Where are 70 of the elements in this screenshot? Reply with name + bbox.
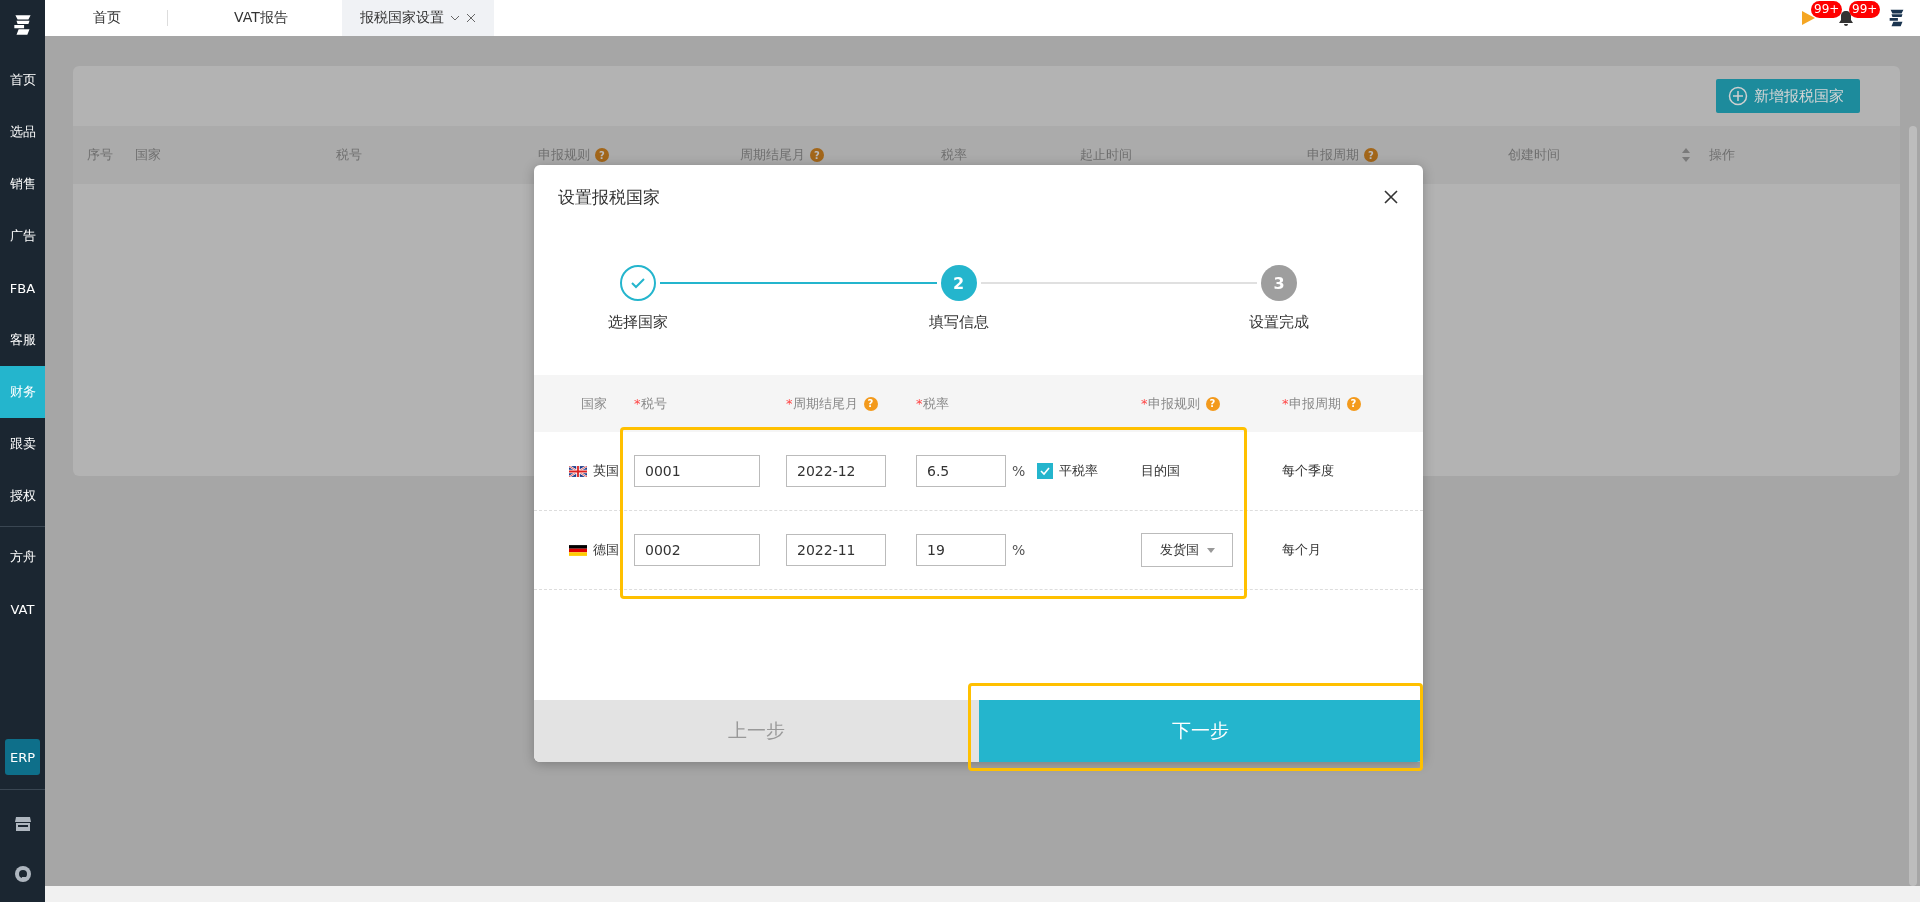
page-tab[interactable]: VAT报告 xyxy=(216,0,306,37)
sidebar-item[interactable]: 广告 xyxy=(0,210,45,262)
column-header: 申报规则 xyxy=(538,146,590,165)
column-header: 创建时间 xyxy=(1508,146,1560,165)
caret-icon xyxy=(1206,547,1215,553)
help-icon: ? xyxy=(810,148,824,163)
horizontal-scrollbar[interactable] xyxy=(45,886,1920,902)
column-header: 国家 xyxy=(135,146,161,165)
flag-icon xyxy=(569,544,587,556)
column-header: *税号 xyxy=(634,394,667,413)
sidebar-item[interactable]: 授权 xyxy=(0,470,45,522)
sidebar-item[interactable]: 方舟 xyxy=(0,531,45,583)
tax-rate-field[interactable]: 6.5 xyxy=(916,455,1006,487)
help-icon: ? xyxy=(595,148,609,163)
tax-rate-field[interactable]: 19 xyxy=(916,534,1006,566)
column-header: 国家 xyxy=(581,394,607,413)
sidebar-item[interactable]: 选品 xyxy=(0,106,45,158)
sidebar-item[interactable]: FBA xyxy=(0,262,45,314)
rule-value: 目的国 xyxy=(1141,462,1180,480)
column-header: 税率 xyxy=(941,146,967,165)
column-header: *申报周期 xyxy=(1282,394,1341,413)
column-header: 申报周期 xyxy=(1307,146,1359,165)
flag-icon[interactable] xyxy=(1800,10,1816,27)
notification-badge: 99+ xyxy=(1849,1,1881,18)
rule-dropdown[interactable]: 发货国 xyxy=(1141,533,1233,567)
country-name: 德国 xyxy=(593,541,619,559)
page-tab[interactable]: 首页 xyxy=(45,0,167,37)
country-name: 英国 xyxy=(593,462,619,480)
column-header: 序号 xyxy=(87,146,113,165)
tax-number-field[interactable]: 0002 xyxy=(634,534,760,566)
bell-icon[interactable] xyxy=(1838,10,1854,27)
column-header: *申报规则 xyxy=(1141,394,1200,413)
help-icon: ? xyxy=(863,396,878,411)
column-header: 周期结尾月 xyxy=(740,146,805,165)
checkbox[interactable] xyxy=(1037,463,1054,479)
step-indicator: 2 xyxy=(940,265,977,301)
page-tab[interactable]: 报税国家设置 xyxy=(341,0,494,37)
step-label: 填写信息 xyxy=(928,313,989,332)
cycle-value: 每个月 xyxy=(1282,541,1321,559)
scrollbar-thumb[interactable] xyxy=(1909,126,1917,887)
percent-unit: % xyxy=(1012,542,1026,558)
help-icon: ? xyxy=(1364,148,1378,163)
support-icon[interactable] xyxy=(12,864,33,884)
sidebar-item[interactable]: VAT xyxy=(0,583,45,635)
sidebar-item[interactable]: 跟卖 xyxy=(0,418,45,470)
step-indicator: 3 xyxy=(1261,265,1297,301)
sidebar-item[interactable]: 销售 xyxy=(0,158,45,210)
notification-badge: 99+ xyxy=(1811,1,1843,18)
cycle-value: 每个季度 xyxy=(1282,462,1334,480)
period-end-field[interactable]: 2022-11 xyxy=(786,534,886,566)
column-header: *周期结尾月 xyxy=(786,394,858,413)
sidebar-item[interactable]: 首页 xyxy=(0,54,45,106)
step-label: 设置完成 xyxy=(1249,313,1309,332)
tax-number-field[interactable]: 0001 xyxy=(634,455,760,487)
percent-unit: % xyxy=(1012,463,1026,479)
period-end-field[interactable]: 2022-12 xyxy=(786,455,886,487)
erp-badge[interactable]: ERP xyxy=(5,739,40,775)
help-icon: ? xyxy=(1346,396,1361,411)
sidebar-item[interactable]: 客服 xyxy=(0,314,45,366)
help-icon: ? xyxy=(1205,396,1220,411)
column-header: 税号 xyxy=(336,146,362,165)
column-header: *税率 xyxy=(916,394,949,413)
step-label: 选择国家 xyxy=(608,313,668,332)
flag-icon xyxy=(569,465,587,477)
store-icon[interactable] xyxy=(12,814,33,834)
close-icon[interactable] xyxy=(1384,190,1398,204)
step-indicator xyxy=(620,265,656,301)
dialog-title: 设置报税国家 xyxy=(558,185,660,209)
checkbox-label: 平税率 xyxy=(1059,462,1099,480)
plus-icon xyxy=(1728,86,1748,107)
